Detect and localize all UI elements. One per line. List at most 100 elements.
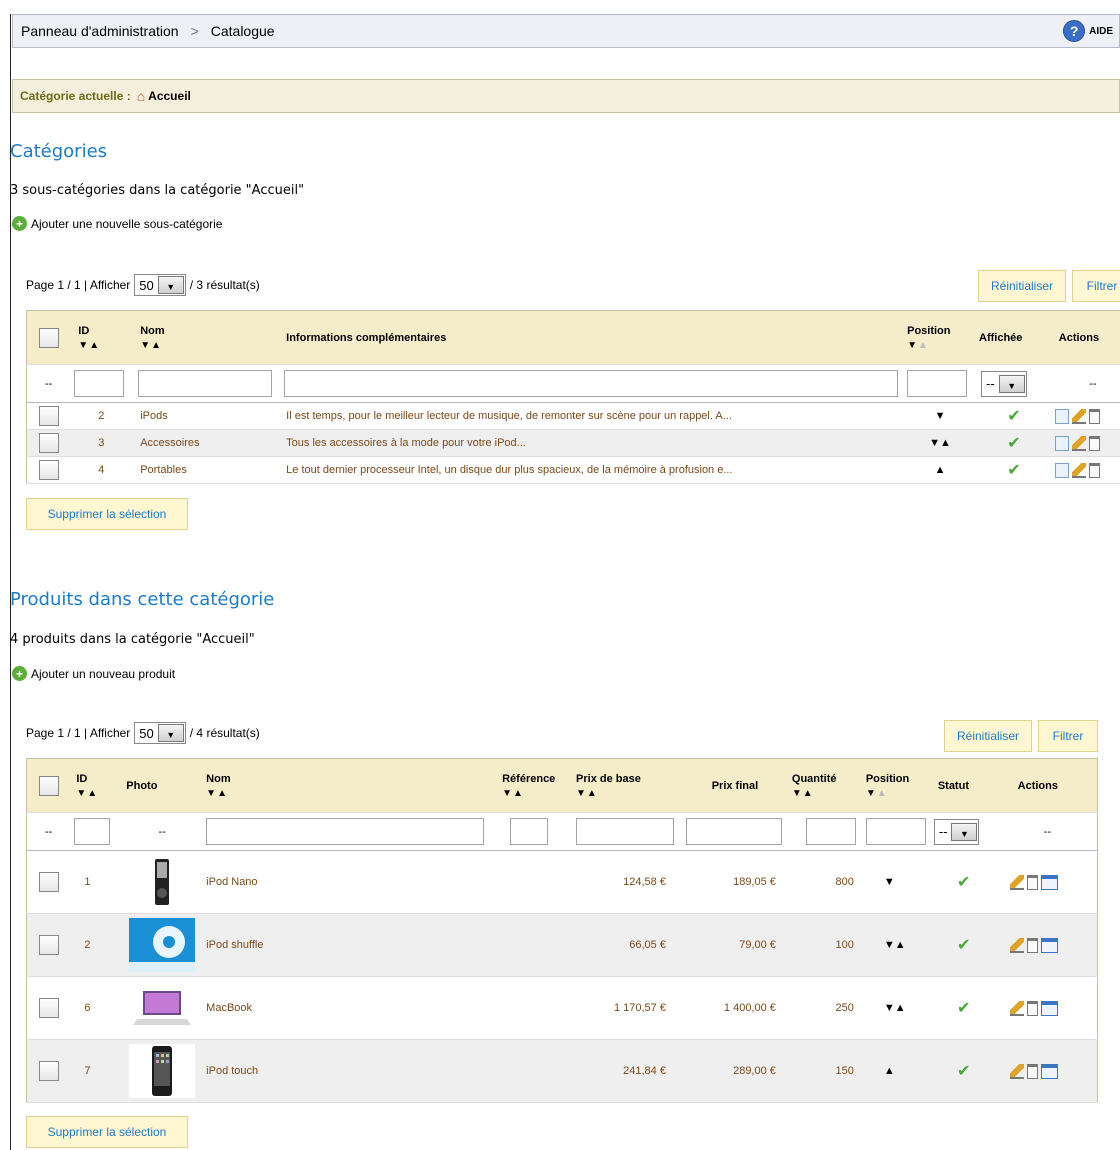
table-row[interactable]: 7 iPod touch 241,84 € 289,00 € 150 ▲ ✔ bbox=[26, 1039, 1098, 1103]
row-checkbox[interactable] bbox=[38, 872, 59, 892]
sort-reference-arrows[interactable]: ▼▲ bbox=[502, 788, 570, 799]
row-checkbox[interactable] bbox=[38, 460, 59, 480]
check-icon[interactable]: ✔ bbox=[957, 1000, 970, 1017]
row-position[interactable]: ▲ bbox=[903, 456, 978, 484]
table-row[interactable]: 1 iPod Nano 124,58 € 189,05 € 800 ▼ ✔ bbox=[26, 850, 1098, 914]
filter-id-input[interactable] bbox=[74, 370, 125, 397]
sort-base-price-arrows[interactable]: ▼▲ bbox=[576, 788, 680, 799]
sort-name-arrows[interactable]: ▼▲ bbox=[140, 340, 278, 351]
filter-position-input[interactable] bbox=[865, 818, 926, 845]
filter-id-input[interactable] bbox=[74, 818, 111, 845]
row-name[interactable]: iPod touch bbox=[202, 1039, 493, 1103]
add-product-link[interactable]: + Ajouter un nouveau produit bbox=[12, 666, 175, 681]
select-all-checkbox[interactable] bbox=[38, 775, 59, 796]
row-name[interactable]: iPod Nano bbox=[202, 850, 493, 914]
sort-id-arrows[interactable]: ▼▲ bbox=[78, 340, 132, 351]
table-row[interactable]: 2 iPod shuffle 66,05 € 79,00 € 100 ▼▲ ✔ bbox=[26, 913, 1098, 977]
product-photo-ipod-touch[interactable] bbox=[129, 1044, 196, 1098]
filter-position-input[interactable] bbox=[907, 370, 968, 397]
filter-quantity-input[interactable] bbox=[805, 818, 856, 845]
filter-status-select[interactable]: -- ▼ bbox=[933, 818, 980, 845]
table-row[interactable]: 6 MacBook 1 170,57 € 1 400,00 € 250 ▼▲ ✔ bbox=[26, 976, 1098, 1040]
chevron-down-icon[interactable]: ▼ bbox=[157, 276, 184, 294]
row-position[interactable]: ▼ bbox=[863, 850, 930, 914]
delete-icon[interactable] bbox=[1088, 408, 1100, 424]
row-name[interactable]: MacBook bbox=[202, 976, 493, 1040]
check-icon[interactable]: ✔ bbox=[1007, 408, 1020, 425]
filter-info-input[interactable] bbox=[284, 370, 899, 397]
edit-icon[interactable] bbox=[1009, 937, 1024, 953]
view-icon[interactable] bbox=[1054, 408, 1069, 424]
product-photo-ipod-shuffle[interactable] bbox=[129, 918, 196, 972]
filter-final-price-input[interactable] bbox=[685, 818, 782, 845]
products-reset-button[interactable]: Réinitialiser bbox=[944, 720, 1032, 752]
sort-quantity-arrows[interactable]: ▼▲ bbox=[792, 788, 864, 799]
help-link[interactable]: ? AIDE bbox=[1063, 20, 1119, 42]
product-photo-macbook[interactable] bbox=[129, 981, 196, 1035]
duplicate-icon[interactable] bbox=[1040, 1063, 1058, 1079]
row-checkbox[interactable] bbox=[38, 406, 59, 426]
row-checkbox[interactable] bbox=[38, 998, 59, 1018]
per-page-select[interactable]: 50 ▼ bbox=[134, 722, 186, 744]
row-checkbox[interactable] bbox=[38, 433, 59, 453]
delete-icon[interactable] bbox=[1088, 435, 1100, 451]
row-name[interactable]: Portables bbox=[132, 456, 279, 484]
edit-icon[interactable] bbox=[1009, 1000, 1024, 1016]
row-checkbox[interactable] bbox=[38, 1061, 59, 1081]
edit-icon[interactable] bbox=[1071, 408, 1086, 424]
edit-icon[interactable] bbox=[1071, 435, 1086, 451]
filter-base-price-input[interactable] bbox=[576, 818, 675, 845]
home-icon[interactable]: ⌂ bbox=[137, 88, 145, 104]
sort-position-arrows[interactable]: ▼▲ bbox=[866, 788, 930, 799]
row-position[interactable]: ▼▲ bbox=[903, 429, 978, 457]
select-all-checkbox[interactable] bbox=[38, 327, 59, 348]
edit-icon[interactable] bbox=[1009, 1063, 1024, 1079]
sort-id-arrows[interactable]: ▼▲ bbox=[76, 788, 122, 799]
row-checkbox[interactable] bbox=[38, 935, 59, 955]
product-photo-ipod-nano[interactable] bbox=[147, 857, 177, 907]
check-icon[interactable]: ✔ bbox=[957, 1063, 970, 1080]
view-icon[interactable] bbox=[1054, 435, 1069, 451]
filter-name-input[interactable] bbox=[138, 370, 273, 397]
products-filter-button[interactable]: Filtrer bbox=[1038, 720, 1098, 752]
edit-icon[interactable] bbox=[1071, 462, 1086, 478]
row-position[interactable]: ▲ bbox=[863, 1039, 930, 1103]
current-category-value[interactable]: Accueil bbox=[148, 89, 191, 103]
table-row[interactable]: 3 Accessoires Tous les accessoires à la … bbox=[26, 429, 1120, 457]
duplicate-icon[interactable] bbox=[1040, 937, 1058, 953]
row-position[interactable]: ▼▲ bbox=[863, 913, 930, 977]
products-delete-selection-button[interactable]: Supprimer la sélection bbox=[26, 1116, 188, 1148]
chevron-down-icon[interactable]: ▼ bbox=[951, 822, 978, 841]
table-row[interactable]: 2 iPods Il est temps, pour le meilleur l… bbox=[26, 402, 1120, 430]
check-icon[interactable]: ✔ bbox=[957, 937, 970, 954]
chevron-down-icon[interactable]: ▼ bbox=[998, 374, 1025, 393]
row-position[interactable]: ▼ bbox=[903, 402, 978, 430]
breadcrumb-root[interactable]: Panneau d'administration bbox=[21, 23, 179, 39]
categories-reset-button[interactable]: Réinitialiser bbox=[978, 270, 1066, 302]
delete-icon[interactable] bbox=[1026, 874, 1038, 890]
sort-name-arrows[interactable]: ▼▲ bbox=[206, 788, 492, 799]
delete-icon[interactable] bbox=[1026, 1063, 1038, 1079]
delete-icon[interactable] bbox=[1088, 462, 1100, 478]
filter-reference-input[interactable] bbox=[510, 818, 549, 845]
delete-icon[interactable] bbox=[1026, 937, 1038, 953]
row-name[interactable]: iPod shuffle bbox=[202, 913, 493, 977]
per-page-select[interactable]: 50 ▼ bbox=[134, 274, 186, 296]
duplicate-icon[interactable] bbox=[1040, 874, 1058, 890]
check-icon[interactable]: ✔ bbox=[1007, 462, 1020, 479]
row-position[interactable]: ▼▲ bbox=[863, 976, 930, 1040]
categories-delete-selection-button[interactable]: Supprimer la sélection bbox=[26, 498, 188, 530]
add-subcategory-link[interactable]: + Ajouter une nouvelle sous-catégorie bbox=[12, 216, 222, 231]
filter-name-input[interactable] bbox=[206, 818, 485, 845]
check-icon[interactable]: ✔ bbox=[1007, 435, 1020, 452]
categories-filter-button[interactable]: Filtrer bbox=[1072, 270, 1120, 302]
duplicate-icon[interactable] bbox=[1040, 1000, 1058, 1016]
filter-displayed-select[interactable]: -- ▼ bbox=[981, 370, 1027, 397]
sort-position-arrows[interactable]: ▼▲ bbox=[907, 340, 977, 351]
table-row[interactable]: 4 Portables Le tout dernier processeur I… bbox=[26, 456, 1120, 484]
view-icon[interactable] bbox=[1054, 462, 1069, 478]
check-icon[interactable]: ✔ bbox=[957, 874, 970, 891]
row-name[interactable]: Accessoires bbox=[132, 429, 279, 457]
chevron-down-icon[interactable]: ▼ bbox=[157, 724, 184, 742]
row-name[interactable]: iPods bbox=[132, 402, 279, 430]
